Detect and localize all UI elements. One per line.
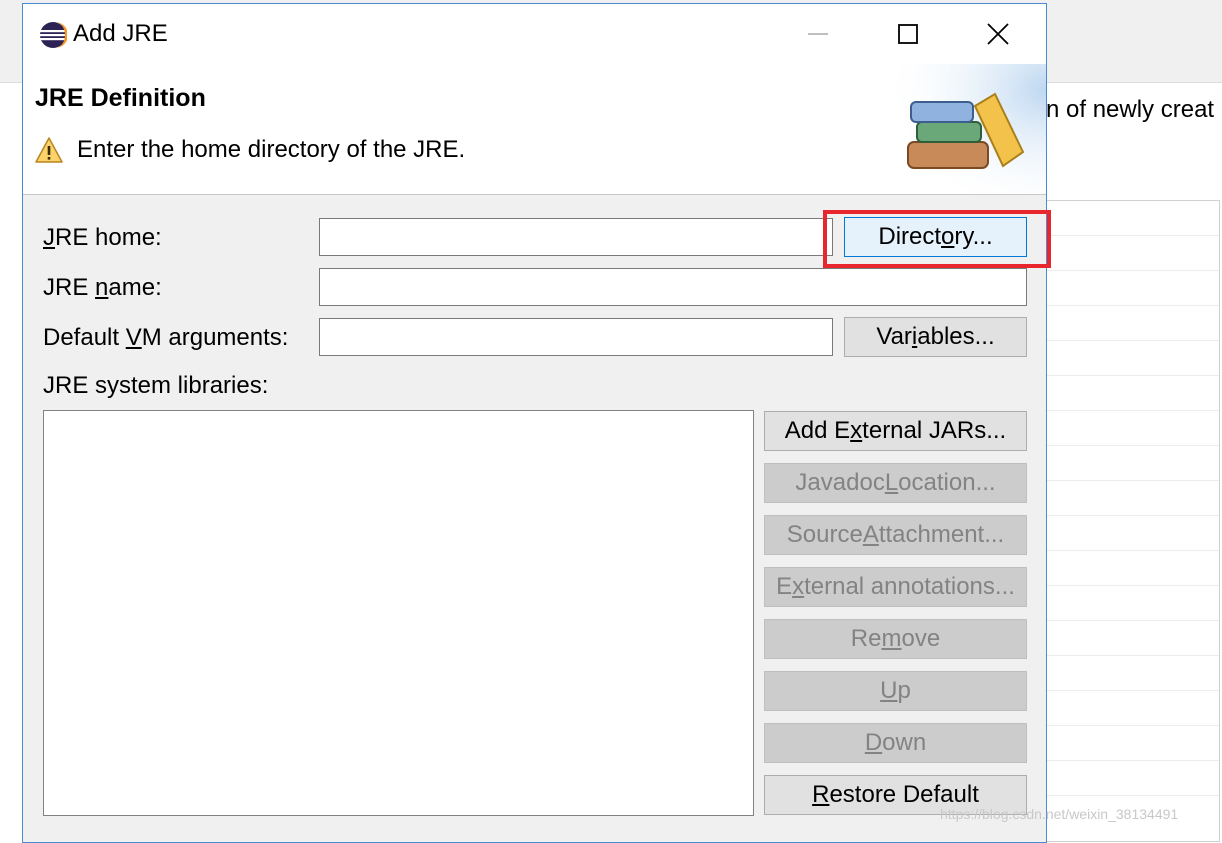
table-row: [1047, 236, 1219, 271]
source-attachment-button[interactable]: Source Attachment...: [764, 515, 1027, 555]
table-row: [1047, 691, 1219, 726]
javadoc-location-button[interactable]: Javadoc Location...: [764, 463, 1027, 503]
dialog-title: Add JRE: [73, 20, 168, 47]
watermark: https://blog.csdn.net/weixin_38134491: [940, 806, 1179, 822]
vm-arguments-input[interactable]: [319, 318, 833, 356]
mnemonic-prefix: Re: [850, 625, 882, 652]
minimize-button[interactable]: [773, 4, 863, 64]
mnemonic-letter: x: [850, 417, 863, 444]
annotation-highlight-box: [823, 210, 1051, 268]
table-row: [1047, 411, 1219, 446]
mnemonic-suffix: M arguments:: [141, 324, 289, 351]
table-row: [1047, 481, 1219, 516]
mnemonic-letter: m: [881, 625, 902, 652]
jre-libraries-label: JRE system libraries:: [43, 372, 269, 399]
mnemonic-letter: V: [125, 324, 142, 351]
mnemonic-suffix: ocation...: [898, 469, 996, 496]
table-row: [1047, 586, 1219, 621]
mnemonic-suffix: p: [897, 677, 911, 704]
external-annotations-button[interactable]: Ex ternal annotations...: [764, 567, 1027, 607]
minimize-icon: [808, 33, 828, 35]
table-row: [1047, 621, 1219, 656]
add-jre-dialog: Add JRE JRE Definition Enter the home di…: [22, 3, 1051, 843]
close-button[interactable]: [953, 4, 1043, 64]
down-button[interactable]: Down: [764, 723, 1027, 763]
mnemonic-prefix: Var: [876, 323, 912, 350]
table-row: [1047, 306, 1219, 341]
vm-arguments-label: Default VM arguments:: [43, 324, 288, 352]
table-row: [1047, 376, 1219, 411]
maximize-icon: [898, 24, 918, 44]
jre-name-label: JRE name:: [43, 274, 162, 302]
jre-libraries-list[interactable]: [43, 410, 754, 816]
add-external-jars-button[interactable]: Add Ex ternal JARs...: [764, 411, 1027, 451]
mnemonic-prefix: Source: [786, 521, 863, 548]
table-row: [1047, 656, 1219, 691]
mnemonic-letter: R: [812, 781, 830, 808]
title-bar[interactable]: Add JRE: [23, 4, 1046, 64]
mnemonic-suffix: ame:: [108, 274, 162, 301]
mnemonic-suffix: ove: [901, 625, 941, 652]
mnemonic-letter: x: [792, 573, 805, 600]
table-row: [1047, 201, 1219, 236]
mnemonic-prefix: E: [776, 573, 793, 600]
variables-button[interactable]: Var i ables...: [844, 317, 1027, 357]
background-partial-text: n of newly creat: [1046, 96, 1215, 123]
mnemonic-suffix: ables...: [917, 323, 995, 350]
table-row: [1047, 761, 1219, 796]
dialog-header: JRE Definition Enter the home directory …: [23, 64, 1046, 195]
mnemonic-letter: J: [43, 224, 55, 251]
mnemonic-suffix: ttachment...: [878, 521, 1005, 548]
mnemonic-letter: L: [884, 469, 899, 496]
table-row: [1047, 551, 1219, 586]
mnemonic-prefix: Default: [43, 324, 126, 351]
mnemonic-letter: D: [864, 729, 883, 756]
background-table: [1046, 200, 1220, 842]
eclipse-icon: [40, 22, 67, 48]
mnemonic-prefix: JRE: [43, 274, 96, 301]
table-row: [1047, 446, 1219, 481]
jre-name-input[interactable]: [319, 268, 1027, 306]
warning-icon: [35, 137, 63, 163]
jre-home-input[interactable]: [319, 218, 833, 256]
maximize-button[interactable]: [863, 4, 953, 64]
mnemonic-prefix: Javadoc: [795, 469, 885, 496]
mnemonic-suffix: RE home:: [55, 224, 162, 251]
mnemonic-suffix: ternal annotations...: [804, 573, 1015, 600]
jre-home-label: JRE home:: [43, 224, 162, 252]
remove-button[interactable]: Re m ove: [764, 619, 1027, 659]
mnemonic-suffix: estore Default: [829, 781, 979, 808]
header-title: JRE Definition: [35, 84, 206, 112]
header-message: Enter the home directory of the JRE.: [77, 136, 466, 163]
mnemonic-letter: n: [95, 274, 109, 301]
table-row: [1047, 516, 1219, 551]
up-button[interactable]: Up: [764, 671, 1027, 711]
mnemonic-letter: U: [880, 677, 898, 704]
books-icon: [883, 64, 1046, 194]
table-row: [1047, 271, 1219, 306]
mnemonic-letter: A: [862, 521, 879, 548]
mnemonic-suffix: ternal JARs...: [862, 417, 1007, 444]
table-row: [1047, 341, 1219, 376]
close-icon: [987, 23, 1009, 45]
mnemonic-prefix: Add E: [784, 417, 851, 444]
table-row: [1047, 726, 1219, 761]
mnemonic-suffix: own: [882, 729, 927, 756]
